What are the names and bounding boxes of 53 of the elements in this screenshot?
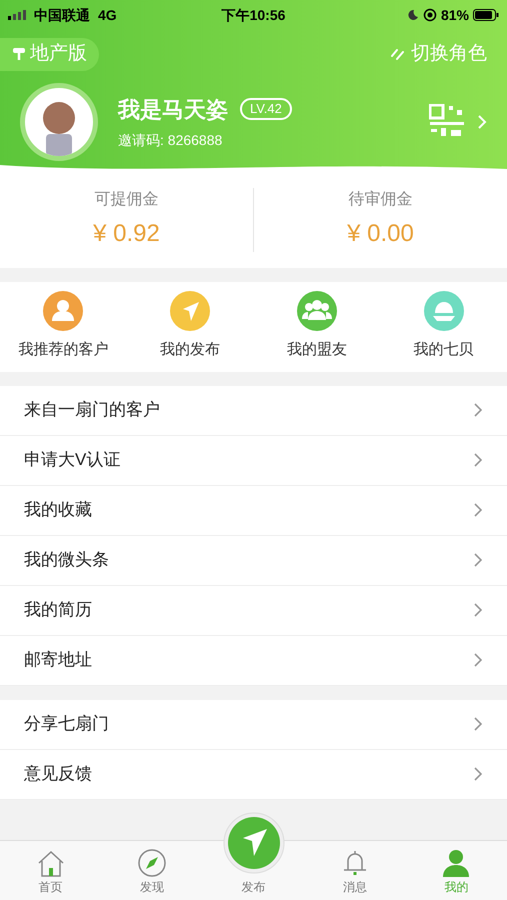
level-badge: LV.42 <box>240 98 292 120</box>
chevron-icon <box>473 552 483 568</box>
home-icon <box>36 850 66 878</box>
menu-label: 分享七扇门 <box>24 713 109 736</box>
shortcut-button[interactable]: 我的七贝 <box>380 291 507 362</box>
chevron-icon <box>473 602 483 618</box>
tab[interactable]: 发现 <box>101 840 203 900</box>
shortcut-button[interactable]: 我的盟友 <box>254 291 380 362</box>
menu-item[interactable]: 邮寄地址 <box>0 636 507 686</box>
paint-roller-icon <box>12 47 26 62</box>
network-text: 4G <box>98 6 117 24</box>
tab[interactable]: 发布 <box>202 808 304 900</box>
battery-text: 81% <box>440 6 470 24</box>
shortcut-button[interactable]: 我推荐的客户 <box>0 291 127 362</box>
invite-code: 邀请码: 8266888 <box>118 130 224 150</box>
carrier-text: 中国联通 <box>34 6 90 24</box>
commission-amount: ¥ 0.92 <box>93 219 160 249</box>
rotation-lock-icon <box>422 8 437 22</box>
chevron-icon <box>473 502 483 518</box>
commission-label: 可提佣金 <box>94 190 158 210</box>
chevron-icon <box>473 652 483 668</box>
menu-label: 我的微头条 <box>24 549 109 572</box>
menu-item[interactable]: 我的收藏 <box>0 486 507 536</box>
commission-amount: ¥ 0.00 <box>347 219 414 249</box>
tab[interactable]: 首页 <box>0 840 102 900</box>
tab[interactable]: 消息 <box>304 840 406 900</box>
menu-item[interactable]: 我的简历 <box>0 586 507 636</box>
edition-label: 地产版 <box>30 42 87 66</box>
person-icon <box>441 848 472 878</box>
menu-item[interactable]: 来自一扇门的客户 <box>0 386 507 436</box>
compass-icon <box>137 848 168 878</box>
moon-icon <box>406 9 419 21</box>
menu-item[interactable]: 分享七扇门 <box>0 700 507 750</box>
menu-item[interactable]: 我的微头条 <box>0 536 507 586</box>
clock-text: 下午10:56 <box>220 6 286 24</box>
commission-label: 待审佣金 <box>348 190 412 210</box>
menu-label: 我的收藏 <box>24 499 92 522</box>
shortcut-button[interactable]: 我的发布 <box>126 291 254 362</box>
chevron-icon <box>473 452 483 468</box>
user-name: 我是马天姿 <box>118 96 228 124</box>
menu-label: 我的简历 <box>24 599 92 622</box>
menu-label: 意见反馈 <box>24 763 92 786</box>
menu-label: 来自一扇门的客户 <box>24 399 160 422</box>
chevron-icon[interactable] <box>477 114 487 130</box>
menu-label: 申请大V认证 <box>24 449 120 472</box>
menu-item[interactable]: 意见反馈 <box>0 750 507 800</box>
menu-item[interactable]: 申请大V认证 <box>0 436 507 486</box>
signal-icon <box>8 10 26 20</box>
menu-label: 邮寄地址 <box>24 649 92 672</box>
chevron-icon <box>473 402 483 418</box>
battery-icon <box>473 9 500 21</box>
chevron-icon <box>473 766 483 782</box>
chevron-icon <box>473 716 483 732</box>
